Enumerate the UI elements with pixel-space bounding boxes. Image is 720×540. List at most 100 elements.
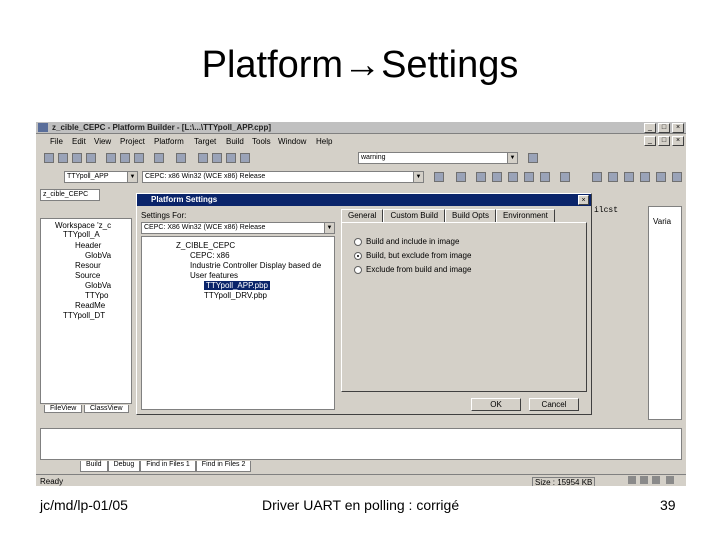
tab-classview[interactable]: ClassView	[84, 405, 129, 413]
settings-icon[interactable]	[672, 172, 682, 182]
open-folder-icon[interactable]	[58, 153, 68, 163]
chevron-down-icon[interactable]: ▼	[413, 172, 423, 182]
tab-build[interactable]: Build	[80, 461, 108, 472]
redo-icon[interactable]	[176, 153, 186, 163]
tree-item[interactable]: TTYpoll_DRV.pbp	[204, 291, 267, 300]
tree-item[interactable]: CEPC: x86	[190, 251, 230, 260]
variables-label: Varia	[653, 217, 672, 226]
tab-find-in-files-2[interactable]: Find in Files 2	[195, 461, 252, 472]
settings-for-combo[interactable]: CEPC: X86 Win32 (WCE x86) Release ▼	[141, 222, 335, 234]
find-combo[interactable]: warning ▼	[358, 152, 518, 164]
close-target-icon[interactable]	[608, 172, 618, 182]
copy-icon[interactable]	[120, 153, 130, 163]
windows-list-icon[interactable]	[226, 153, 236, 163]
save-icon[interactable]	[72, 153, 82, 163]
workspace-item[interactable]: TTYpoll_A	[63, 230, 100, 239]
select-icon[interactable]	[656, 172, 666, 182]
dialog-close-icon[interactable]: ×	[578, 195, 589, 205]
workspace-item[interactable]: Workspace 'z_c	[55, 221, 111, 230]
output-icon[interactable]	[212, 153, 222, 163]
child-maximize-button[interactable]: □	[658, 136, 670, 146]
menu-tools[interactable]: Tools	[252, 137, 271, 146]
workspace-icon[interactable]	[198, 153, 208, 163]
tab-general[interactable]: General	[341, 209, 384, 222]
project-combo[interactable]: TTYpoll_APP ▼	[64, 171, 138, 183]
download-icon[interactable]	[624, 172, 634, 182]
go-icon[interactable]	[492, 172, 502, 182]
target-status-icon[interactable]	[540, 172, 550, 182]
target-connect-icon[interactable]	[524, 172, 534, 182]
cut-icon[interactable]	[106, 153, 116, 163]
platform-settings-dialog: Platform Settings × Settings For: CEPC: …	[136, 193, 592, 415]
compile-icon[interactable]	[434, 172, 444, 182]
workspace-item[interactable]: TTYpoll_DT	[63, 311, 105, 320]
workspace-item[interactable]: ReadMe	[75, 301, 105, 310]
build-icon[interactable]	[456, 172, 466, 182]
check-icon[interactable]	[640, 172, 650, 182]
workspace-item[interactable]: Resour	[75, 261, 101, 270]
workspace-item[interactable]: GlobVa	[85, 281, 111, 290]
radio-button[interactable]	[354, 237, 362, 246]
option-exclude-all[interactable]: Exclude from build and image	[354, 265, 471, 274]
radio-button-selected[interactable]	[354, 251, 362, 260]
chevron-down-icon[interactable]: ▼	[507, 153, 517, 163]
tree-item-selected[interactable]: TTYpoll_APP.pbp	[204, 281, 270, 290]
paste-icon[interactable]	[134, 153, 144, 163]
child-minimize-button[interactable]: _	[644, 136, 656, 146]
tab-environment[interactable]: Environment	[495, 209, 555, 222]
insert-breakpoint-icon[interactable]	[508, 172, 518, 182]
workspace-item[interactable]: Header	[75, 241, 101, 250]
settings-tree: Z_CIBLE_CEPC CEPC: x86 Industrie Control…	[141, 236, 335, 410]
window-title: z_cible_CEPC - Platform Builder - [L:\..…	[52, 123, 271, 132]
maximize-button[interactable]: □	[658, 123, 670, 133]
module-combo[interactable]: z_cible_CEPC	[40, 189, 100, 201]
target-disconnect-icon[interactable]	[560, 172, 570, 182]
close-button[interactable]: ×	[672, 123, 684, 133]
workspace-item[interactable]: GlobVa	[85, 251, 111, 260]
menu-target[interactable]: Target	[194, 137, 216, 146]
window-titlebar: z_cible_CEPC - Platform Builder - [L:\..…	[36, 122, 686, 134]
menu-file[interactable]: File	[50, 137, 63, 146]
editor-code-fragment: ilcst	[594, 206, 619, 215]
tab-fileview[interactable]: FileView	[44, 405, 83, 413]
settings-for-label: Settings For:	[141, 211, 187, 220]
configuration-combo[interactable]: CEPC: x86 Win32 (WCE x86) Release ▼	[142, 171, 424, 183]
find-in-files-icon[interactable]	[240, 153, 250, 163]
menu-view[interactable]: View	[94, 137, 111, 146]
tree-item[interactable]: User features	[190, 271, 238, 280]
radio-button[interactable]	[354, 265, 362, 274]
menu-window[interactable]: Window	[278, 137, 306, 146]
menu-edit[interactable]: Edit	[72, 137, 86, 146]
undo-icon[interactable]	[154, 153, 164, 163]
menu-help[interactable]: Help	[316, 137, 332, 146]
general-tab-panel: Build and include in image Build, but ex…	[341, 222, 587, 392]
new-file-icon[interactable]	[44, 153, 54, 163]
dialog-tabs: General Custom Build Build Opts Environm…	[341, 209, 555, 222]
tree-item[interactable]: Industrie Controller Display based de	[190, 261, 321, 270]
cancel-button[interactable]: Cancel	[529, 398, 579, 411]
tab-debug[interactable]: Debug	[107, 461, 141, 472]
tree-item[interactable]: Z_CIBLE_CEPC	[176, 241, 235, 250]
option-label: Build and include in image	[366, 237, 460, 246]
module-combo-value: z_cible_CEPC	[43, 191, 89, 198]
chevron-down-icon[interactable]: ▼	[127, 172, 137, 182]
workspace-item[interactable]: Source	[75, 271, 100, 280]
save-all-icon[interactable]	[86, 153, 96, 163]
minimize-button[interactable]: _	[644, 123, 656, 133]
ok-button[interactable]: OK	[471, 398, 521, 411]
option-build-exclude[interactable]: Build, but exclude from image	[354, 251, 471, 260]
menu-platform[interactable]: Platform	[154, 137, 184, 146]
back-icon[interactable]	[592, 172, 602, 182]
settings-for-value: CEPC: X86 Win32 (WCE x86) Release	[144, 224, 266, 231]
tab-find-in-files-1[interactable]: Find in Files 1	[140, 461, 196, 472]
tab-build-opts[interactable]: Build Opts	[445, 209, 496, 222]
menu-project[interactable]: Project	[120, 137, 145, 146]
stop-build-icon[interactable]	[476, 172, 486, 182]
option-build-include[interactable]: Build and include in image	[354, 237, 459, 246]
tab-custom-build[interactable]: Custom Build	[383, 209, 446, 222]
find-icon[interactable]	[528, 153, 538, 163]
workspace-item[interactable]: TTYpo	[85, 291, 108, 300]
child-close-button[interactable]: ×	[672, 136, 684, 146]
chevron-down-icon[interactable]: ▼	[324, 223, 334, 233]
menu-build[interactable]: Build	[226, 137, 244, 146]
